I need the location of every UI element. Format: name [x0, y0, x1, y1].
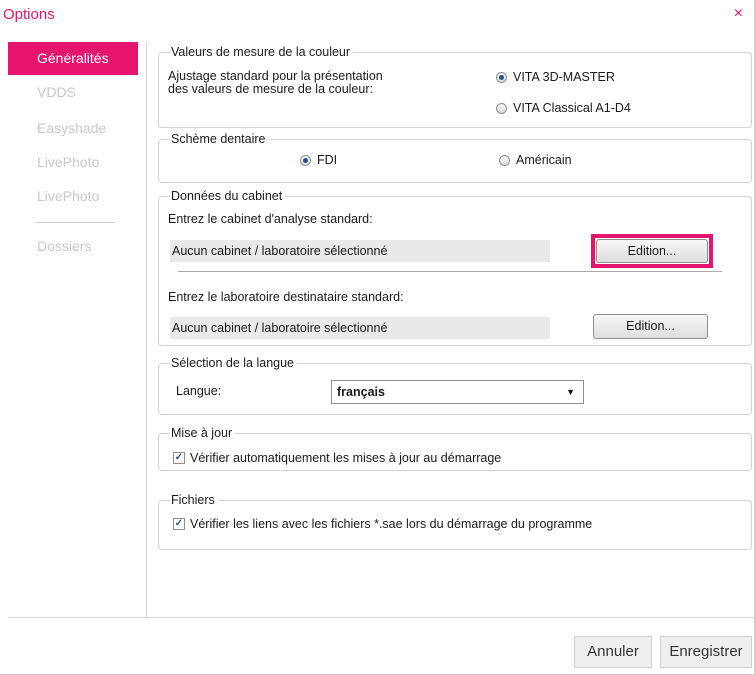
radio-americain-label[interactable]: Américain: [516, 153, 572, 167]
analysis-prompt: Entrez le cabinet d'analyse standard:: [168, 212, 373, 226]
radio-vita-classical-label[interactable]: VITA Classical A1-D4: [513, 101, 631, 115]
cabinet-group: Données du cabinet Entrez le cabinet d'a…: [158, 189, 752, 346]
cancel-button[interactable]: Annuler: [574, 636, 652, 668]
sidebar: Généralités VDDS Easyshade LivePhoto Liv…: [0, 42, 147, 617]
files-group: Fichiers ✓ Vérifier les liens avec les f…: [158, 493, 752, 550]
radio-vita-classical[interactable]: [496, 103, 507, 114]
radio-fdi-label[interactable]: FDI: [317, 153, 337, 167]
cabinet-divider: [178, 271, 722, 272]
close-icon[interactable]: ×: [734, 6, 743, 22]
sidebar-item-dossiers[interactable]: Dossiers: [0, 230, 146, 263]
language-group: Sélection de la langue Langue: français …: [158, 356, 752, 415]
color-measure-description: Ajustage standard pour la présentation d…: [168, 69, 383, 96]
lab-field: Aucun cabinet / laboratoire sélectionné: [170, 317, 550, 339]
color-measure-group: Valeurs de mesure de la couleur Ajustage…: [158, 45, 752, 128]
sae-links-checkbox[interactable]: ✓: [173, 518, 185, 530]
sidebar-item-vdds[interactable]: VDDS: [0, 76, 146, 109]
sidebar-item-livephoto-1[interactable]: LivePhoto: [0, 146, 146, 179]
language-select[interactable]: français ▼: [331, 380, 584, 404]
window-title: Options: [3, 6, 55, 23]
update-legend: Mise à jour: [170, 426, 236, 440]
radio-fdi[interactable]: [300, 155, 311, 166]
color-measure-legend: Valeurs de mesure de la couleur: [170, 45, 354, 59]
options-dialog: Options × Généralités VDDS Easyshade Liv…: [0, 0, 755, 675]
sidebar-item-livephoto-2[interactable]: LivePhoto: [0, 180, 146, 213]
radio-vita-3d-master[interactable]: [496, 72, 507, 83]
radio-vita-3d-master-label[interactable]: VITA 3D-MASTER: [513, 70, 615, 84]
edit-button-highlight: [591, 234, 713, 268]
sidebar-item-generalites[interactable]: Généralités: [8, 42, 138, 75]
dropdown-arrow-icon: ▼: [566, 387, 575, 397]
language-legend: Sélection de la langue: [170, 356, 298, 370]
dental-scheme-legend: Schème dentaire: [170, 132, 269, 146]
radio-americain[interactable]: [499, 155, 510, 166]
language-label: Langue:: [176, 384, 222, 398]
language-select-value: français: [337, 385, 385, 399]
files-legend: Fichiers: [170, 493, 218, 507]
auto-update-label[interactable]: Vérifier automatiquement les mises à jou…: [190, 451, 501, 465]
analysis-cabinet-field: Aucun cabinet / laboratoire sélectionné: [170, 240, 550, 262]
sidebar-item-easyshade[interactable]: Easyshade: [0, 112, 146, 145]
auto-update-checkbox[interactable]: ✓: [173, 452, 185, 464]
save-button[interactable]: Enregistrer: [660, 636, 752, 668]
sae-links-label[interactable]: Vérifier les liens avec les fichiers *.s…: [190, 517, 592, 531]
sidebar-divider: [35, 222, 115, 223]
footer-divider: [8, 617, 754, 618]
title-bar: Options ×: [0, 0, 755, 34]
edit-lab-button[interactable]: Edition...: [593, 314, 708, 339]
lab-prompt: Entrez le laboratoire destinataire stand…: [168, 290, 404, 304]
dental-scheme-group: Schème dentaire FDI Américain: [158, 132, 752, 183]
update-group: Mise à jour ✓ Vérifier automatiquement l…: [158, 426, 752, 471]
cabinet-legend: Données du cabinet: [170, 189, 286, 203]
